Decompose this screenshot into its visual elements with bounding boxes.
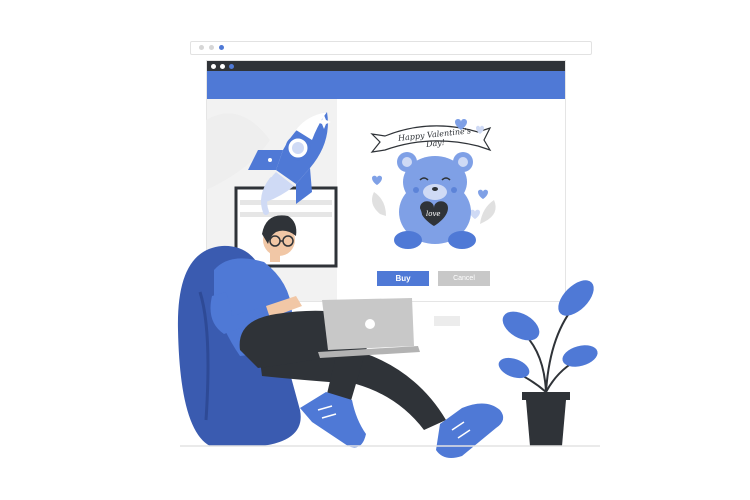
illustration-scene: love Happy Valentine's Day! Buy Cancel (0, 0, 750, 500)
plant-icon (498, 280, 598, 446)
laptop-icon (318, 298, 420, 358)
buy-button[interactable]: Buy (377, 271, 429, 286)
cancel-button[interactable]: Cancel (438, 271, 490, 286)
bear-heart-text: love (426, 210, 441, 218)
scene-artwork: love (177, 112, 600, 458)
